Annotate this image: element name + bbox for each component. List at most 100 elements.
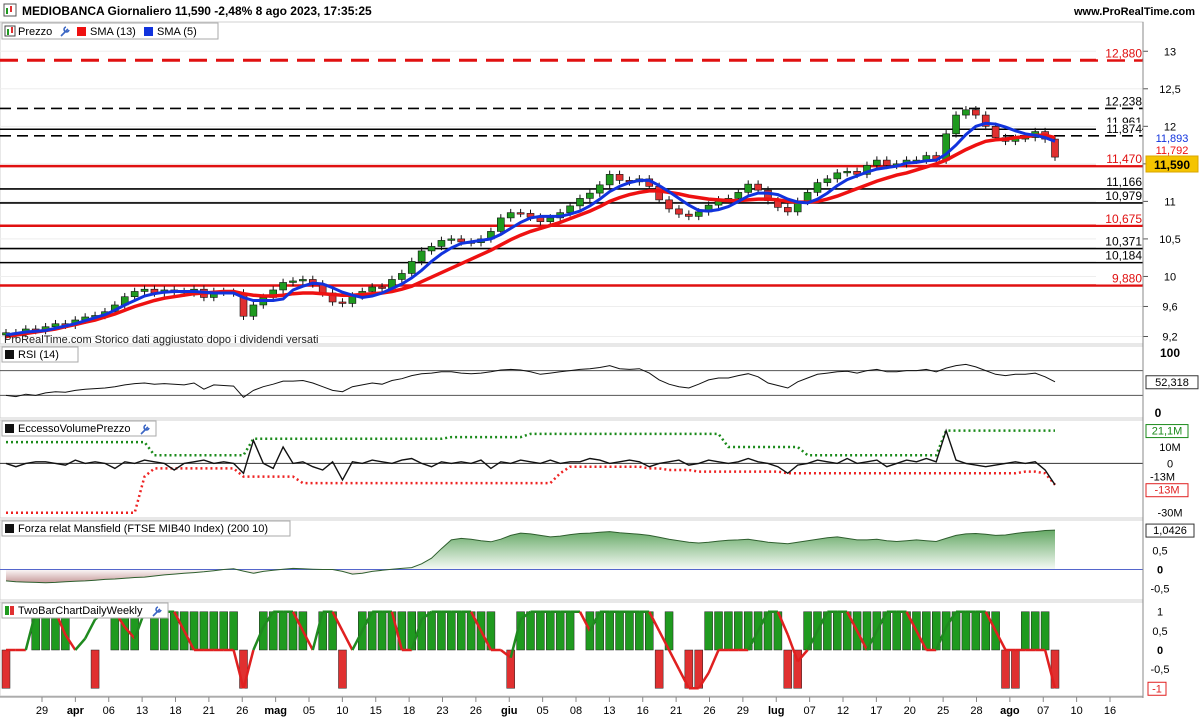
twobar-bar-up (892, 611, 901, 651)
candle-up (368, 286, 376, 292)
twobar-bar-up (833, 611, 842, 651)
candle-up (140, 288, 149, 292)
twobar-legend-label: TwoBarChartDailyWeekly (18, 605, 143, 617)
candle-up (873, 159, 881, 166)
candle-up (299, 279, 307, 282)
price-tick-label: 13 (1164, 46, 1176, 58)
volume-upper-label: 21,1M (1152, 426, 1183, 438)
date-tick-label: 08 (570, 705, 582, 717)
date-tick-label: mag (264, 705, 287, 717)
watermark-text: ProRealTime.com Storico dati aggiustato … (4, 334, 318, 346)
level-label: 12,238 (1105, 94, 1142, 108)
volume-lower-label: -13M (1154, 485, 1179, 497)
date-tick-label: apr (67, 705, 85, 717)
date-tick-label: 29 (737, 705, 749, 717)
level-label: 10,184 (1105, 249, 1142, 263)
candle-down (665, 199, 673, 210)
price-panel[interactable]: 12,88012,23811,96111,87411,47011,16610,9… (0, 21, 1199, 346)
twobar-panel[interactable]: 1 0,5 0 -0,5 -1 TwoBarChartDailyWeekly (0, 601, 1169, 697)
candle-down (685, 213, 693, 217)
twobar-bar-up (961, 611, 971, 651)
candle-up (833, 172, 842, 180)
price-tick-label: 12 (1164, 121, 1176, 133)
candle-up (952, 114, 960, 135)
twobar-bar-up (635, 611, 644, 651)
candle-up (962, 109, 970, 116)
candle-down (784, 207, 792, 213)
rsi-legend-label: RSI (14) (18, 349, 59, 361)
volume-tick-label: 10M (1159, 442, 1180, 454)
twobar-swatch-red (10, 606, 14, 615)
candle-up (566, 205, 574, 213)
price-tick-label: 10,5 (1159, 234, 1180, 246)
level-label: 11,874 (1106, 122, 1142, 136)
twobar-bar-down (239, 649, 248, 689)
mansfield-legend: Forza relat Mansfield (FTSE MIB40 Index)… (1, 520, 291, 537)
twobar-bar-up (704, 611, 713, 651)
mansfield-panel[interactable]: 0,5 0 -0,5 1,0426 Forza relat Mansfield (FT… (0, 519, 1195, 601)
date-tick-label: 17 (870, 705, 882, 717)
twobar-legend: TwoBarChartDailyWeekly (1, 602, 169, 619)
mansfield-tick-label: -0,5 (1151, 584, 1170, 596)
support-resistance-levels: 12,88012,23811,96111,87411,47011,16610,9… (0, 46, 1143, 287)
twobar-bar-up (546, 611, 555, 651)
mansfield-current-label: 1,0426 (1153, 525, 1187, 537)
date-tick-label: 12 (837, 705, 849, 717)
candle-down (516, 212, 525, 215)
date-tick-label: 18 (403, 705, 415, 717)
rsi-panel[interactable]: 100 0 52,318 RSI (14) (0, 345, 1199, 420)
date-tick-label: 20 (904, 705, 916, 717)
date-tick-label: 28 (970, 705, 982, 717)
date-tick-label: 26 (236, 705, 248, 717)
sma13-swatch (77, 27, 86, 36)
volume-excess-legend: EccessoVolumePrezzo (1, 420, 157, 437)
mansfield-swatch (5, 524, 14, 533)
twobar-line-segment (707, 649, 720, 674)
rsi-line (5, 363, 1056, 398)
twobar-bar-up (199, 611, 209, 651)
twobar-bar-up (1030, 611, 1040, 651)
price-tick-label: 9,2 (1162, 331, 1177, 343)
twobar-bar-down (1050, 649, 1060, 689)
volume-excess-panel[interactable]: 10M 0 -30M -13M 21,1M -13M EccessoVolumePrezz… (0, 419, 1189, 520)
volume-tick-label: -13M (1150, 472, 1175, 484)
candle-down (882, 159, 891, 166)
candle-up (437, 240, 446, 247)
candle-up (843, 171, 851, 174)
date-tick-label: 05 (303, 705, 315, 717)
candle-up (130, 291, 139, 298)
price-tick-label: 11 (1164, 196, 1175, 208)
price-badge-label: 11,792 (1156, 145, 1189, 157)
twobar-bar-up (714, 611, 723, 651)
twobar-bar-up (437, 611, 446, 651)
twobar-bar-down (1001, 649, 1010, 689)
level-label: 9,880 (1112, 271, 1142, 285)
date-axis: 29 apr 06 13 18 21 26 mag 05 10 15 18 23 26 giu 05 08 13 1… (0, 696, 1143, 717)
twobar-bar-up (397, 611, 407, 651)
twobar-line-segment (74, 637, 87, 651)
candle-up (427, 246, 436, 252)
candle-down (338, 301, 347, 304)
twobar-line-segment (667, 649, 681, 670)
twobar-bar-down (654, 649, 664, 689)
level-label: 10,979 (1105, 189, 1142, 203)
volume-tick-label: -30M (1157, 508, 1182, 520)
date-tick-label: 18 (169, 705, 181, 717)
candlesticks (2, 106, 1059, 339)
price-badge-label: 11,893 (1156, 133, 1189, 145)
level-label: 11,166 (1106, 175, 1142, 189)
twobar-bar-up (565, 611, 575, 651)
site-link[interactable]: www.ProRealTime.com (1073, 6, 1195, 18)
date-tick-label: 13 (603, 705, 615, 717)
twobar-bar-up (734, 611, 743, 651)
sma5-swatch (144, 27, 153, 36)
legend-price-label: Prezzo (18, 26, 52, 38)
mansfield-tick-label: 0,5 (1152, 546, 1167, 558)
candle-up (823, 178, 832, 183)
candle-up (734, 192, 743, 199)
date-tick-label: ago (1000, 705, 1020, 717)
candle-up (586, 192, 594, 199)
date-tick-label: 16 (1104, 705, 1116, 717)
candle-up (744, 183, 753, 193)
price-legend: Prezzo SMA (13) SMA (5) (1, 22, 219, 40)
